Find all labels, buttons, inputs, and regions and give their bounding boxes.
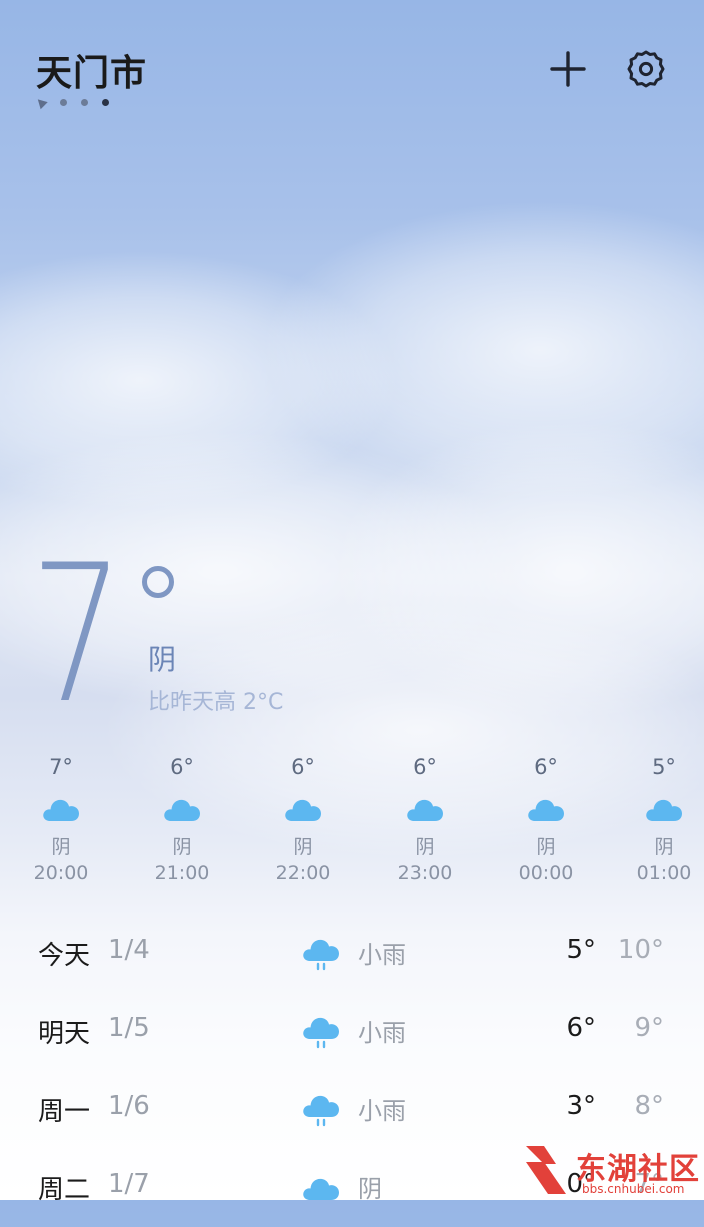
hourly-condition: 阴 xyxy=(654,836,674,858)
day-high-temp: 9° xyxy=(634,1013,664,1043)
hourly-temp: 6° xyxy=(413,755,437,779)
day-condition: 小雨 xyxy=(358,1019,406,1047)
hourly-condition: 阴 xyxy=(293,836,313,858)
hourly-time: 01:00 xyxy=(636,862,692,884)
plus-icon xyxy=(550,51,586,87)
watermark-url: bbs.cnhubei.com xyxy=(582,1182,685,1196)
rain-cloud-icon xyxy=(303,939,339,971)
hourly-condition: 阴 xyxy=(51,836,71,858)
hourly-temp: 7° xyxy=(49,755,73,779)
hourly-time: 22:00 xyxy=(275,862,331,884)
day-name: 周二 xyxy=(38,1175,91,1205)
hourly-condition: 阴 xyxy=(172,836,192,858)
day-low-temp: 3° xyxy=(566,1091,596,1121)
day-date: 1/5 xyxy=(108,1013,150,1043)
hourly-item: 5° 阴 01:00 xyxy=(624,750,704,886)
hourly-time: 00:00 xyxy=(518,862,574,884)
cloud-icon xyxy=(407,799,443,821)
current-temperature: 7 xyxy=(30,524,125,745)
day-date: 1/6 xyxy=(108,1091,150,1121)
hourly-condition: 阴 xyxy=(536,836,556,858)
hourly-forecast[interactable]: 7° 阴 20:00 6° 阴 21:00 6° 阴 22:00 6° 阴 23… xyxy=(0,750,704,890)
cloud-icon xyxy=(285,799,321,821)
watermark-logo-icon xyxy=(526,1146,566,1194)
day-condition: 阴 xyxy=(358,1175,382,1203)
daily-row[interactable]: 明天 1/5 小雨 6° 9° xyxy=(0,993,704,1071)
temperature-comparison: 比昨天高 2°C xyxy=(148,690,284,715)
rain-cloud-icon xyxy=(303,1095,339,1127)
day-name: 周一 xyxy=(38,1097,91,1127)
cloud-icon xyxy=(164,799,200,821)
day-name: 今天 xyxy=(38,941,91,971)
add-city-button[interactable] xyxy=(545,46,591,92)
settings-button[interactable] xyxy=(623,46,669,92)
hourly-time: 20:00 xyxy=(33,862,89,884)
gear-icon xyxy=(627,50,665,88)
degree-symbol xyxy=(142,566,174,598)
cloud-icon xyxy=(528,799,564,821)
hourly-temp: 6° xyxy=(291,755,315,779)
hourly-item: 6° 阴 23:00 xyxy=(385,750,465,886)
page-dot xyxy=(60,99,67,106)
page-dot xyxy=(81,99,88,106)
header: 天门市 xyxy=(0,0,704,120)
day-name: 明天 xyxy=(38,1019,91,1049)
hourly-temp: 6° xyxy=(534,755,558,779)
page-indicator xyxy=(34,95,109,110)
daily-row[interactable]: 今天 1/4 小雨 5° 10° xyxy=(0,915,704,993)
hourly-temp: 6° xyxy=(170,755,194,779)
hourly-temp: 5° xyxy=(652,755,676,779)
hourly-time: 21:00 xyxy=(154,862,210,884)
watermark: 东湖社区 bbs.cnhubei.com xyxy=(520,1140,704,1200)
current-condition: 阴 xyxy=(148,643,177,676)
day-low-temp: 6° xyxy=(566,1013,596,1043)
hourly-item: 6° 阴 00:00 xyxy=(506,750,586,886)
location-arrow-icon xyxy=(34,95,48,110)
day-condition: 小雨 xyxy=(358,1097,406,1125)
hourly-condition: 阴 xyxy=(415,836,435,858)
cloud-icon xyxy=(646,799,682,821)
daily-row[interactable]: 周一 1/6 小雨 3° 8° xyxy=(0,1071,704,1149)
day-date: 1/7 xyxy=(108,1169,150,1199)
hourly-item: 7° 阴 20:00 xyxy=(21,750,101,886)
day-high-temp: 8° xyxy=(634,1091,664,1121)
cloud-icon xyxy=(303,1178,339,1200)
day-condition: 小雨 xyxy=(358,941,406,969)
day-date: 1/4 xyxy=(108,935,150,965)
page-dot-active xyxy=(102,99,109,106)
hourly-item: 6° 阴 22:00 xyxy=(263,750,343,886)
hourly-time: 23:00 xyxy=(397,862,453,884)
city-title[interactable]: 天门市 xyxy=(36,44,147,96)
day-high-temp: 10° xyxy=(617,935,664,965)
hourly-item: 6° 阴 21:00 xyxy=(142,750,222,886)
day-low-temp: 5° xyxy=(566,935,596,965)
cloud-icon xyxy=(43,799,79,821)
rain-cloud-icon xyxy=(303,1017,339,1049)
